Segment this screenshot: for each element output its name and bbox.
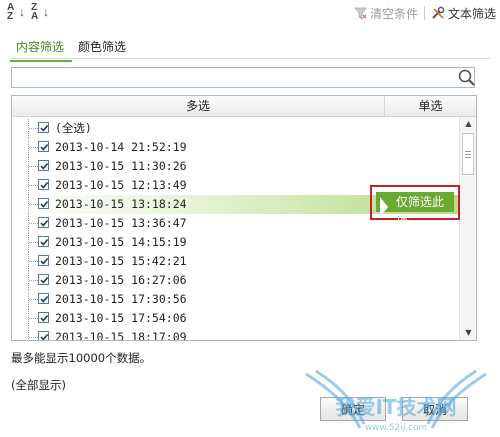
checkmark-icon bbox=[40, 295, 49, 303]
list-item-label: 2013-10-15 13:36:47 bbox=[55, 216, 187, 230]
list-item[interactable]: 2013-10-15 15:42:21 bbox=[12, 252, 459, 271]
list-item-label: 2013-10-15 11:30:26 bbox=[55, 159, 187, 173]
list-item[interactable]: (全选) bbox=[12, 119, 459, 138]
tree-line bbox=[28, 328, 29, 340]
list-item-label: 2013-10-15 12:13:49 bbox=[55, 178, 187, 192]
arrow-right-icon bbox=[380, 197, 388, 217]
checkmark-icon bbox=[40, 219, 49, 227]
column-header-single[interactable]: 单选 bbox=[385, 96, 476, 116]
checkmark-icon bbox=[40, 314, 49, 322]
checkmark-icon bbox=[40, 143, 49, 151]
max-display-info: 最多能显示10000个数据。 bbox=[11, 351, 152, 365]
tree-line bbox=[29, 166, 38, 167]
scrollbar-thumb[interactable] bbox=[462, 133, 474, 175]
tree-line bbox=[29, 223, 38, 224]
list-item-label: 2013-10-15 16:27:06 bbox=[55, 273, 187, 287]
list-item-label: 2013-10-15 14:15:19 bbox=[55, 235, 187, 249]
ok-button[interactable]: 确定 bbox=[320, 397, 386, 421]
item-checkbox[interactable] bbox=[38, 141, 49, 152]
item-checkbox[interactable] bbox=[38, 331, 49, 340]
list-item-label: 2013-10-15 18:17:09 bbox=[55, 330, 187, 341]
checkmark-icon bbox=[40, 162, 49, 170]
list-item-label: 2013-10-15 17:30:56 bbox=[55, 292, 187, 306]
text-filter-button[interactable]: 文本筛选 bbox=[431, 5, 496, 22]
item-checkbox[interactable] bbox=[38, 255, 49, 266]
search-icon[interactable] bbox=[457, 68, 477, 88]
tools-icon bbox=[432, 6, 445, 19]
tree-line bbox=[29, 299, 38, 300]
checkmark-icon bbox=[40, 333, 49, 340]
tree-line bbox=[29, 185, 38, 186]
list-item[interactable]: 2013-10-15 17:54:06 bbox=[12, 309, 459, 328]
item-checkbox[interactable] bbox=[38, 179, 49, 190]
tree-line bbox=[29, 204, 38, 205]
value-list: (全选) 2013-10-14 21:52:19 2013-10-15 11:30:… bbox=[12, 117, 459, 341]
toolbar-divider bbox=[423, 6, 425, 20]
tree-line bbox=[29, 147, 38, 148]
item-checkbox[interactable] bbox=[38, 122, 49, 133]
item-checkbox[interactable] bbox=[38, 217, 49, 228]
column-header-multi[interactable]: 多选 bbox=[12, 96, 385, 116]
tree-line bbox=[29, 318, 38, 319]
only-filter-this-button[interactable]: 仅筛选此项 bbox=[376, 192, 454, 229]
checkmark-icon bbox=[40, 257, 49, 265]
list-item-label: 2013-10-15 17:54:06 bbox=[55, 311, 187, 325]
item-checkbox[interactable] bbox=[38, 160, 49, 171]
tab-divider bbox=[10, 58, 490, 59]
tree-line bbox=[29, 261, 38, 262]
list-item-label: 2013-10-15 13:18:24 bbox=[55, 197, 187, 211]
list-item[interactable]: 2013-10-14 21:52:19 bbox=[12, 138, 459, 157]
item-checkbox[interactable] bbox=[38, 274, 49, 285]
list-item-label: 2013-10-14 21:52:19 bbox=[55, 140, 187, 154]
list-item[interactable]: 2013-10-15 17:30:56 bbox=[12, 290, 459, 309]
tree-line bbox=[29, 337, 38, 338]
scroll-up-icon[interactable]: ▲ bbox=[460, 117, 476, 131]
checkmark-icon bbox=[40, 124, 49, 132]
scroll-down-icon[interactable]: ▼ bbox=[460, 326, 476, 340]
only-filter-this-callout: 仅筛选此项 bbox=[370, 185, 460, 229]
list-item-label: (全选) bbox=[55, 121, 92, 135]
item-checkbox[interactable] bbox=[38, 236, 49, 247]
svg-text:www.52ij.com: www.52ij.com bbox=[365, 423, 428, 433]
clear-conditions-button[interactable]: 清空条件 bbox=[354, 5, 418, 22]
vertical-scrollbar[interactable]: ▲ ▼ bbox=[459, 117, 476, 340]
list-item[interactable]: 2013-10-15 11:30:26 bbox=[12, 157, 459, 176]
sort-ascending-button[interactable]: AZ ↓ bbox=[7, 3, 25, 22]
list-item[interactable]: 2013-10-15 14:15:19 bbox=[12, 233, 459, 252]
list-item[interactable]: 2013-10-15 16:27:06 bbox=[12, 271, 459, 290]
list-item[interactable]: 2013-10-15 18:17:09 bbox=[12, 328, 459, 341]
tree-line bbox=[29, 128, 38, 129]
item-checkbox[interactable] bbox=[38, 312, 49, 323]
checkmark-icon bbox=[40, 200, 49, 208]
item-checkbox[interactable] bbox=[38, 198, 49, 209]
item-checkbox[interactable] bbox=[38, 293, 49, 304]
checkmark-icon bbox=[40, 181, 49, 189]
search-input[interactable] bbox=[11, 67, 475, 88]
clear-filter-icon bbox=[354, 7, 367, 20]
list-header: 多选 单选 bbox=[12, 96, 476, 117]
show-all-link[interactable]: (全部显示) bbox=[11, 377, 66, 393]
checkmark-icon bbox=[40, 238, 49, 246]
text-filter-label: 文本筛选 bbox=[447, 6, 496, 21]
checkmark-icon bbox=[40, 276, 49, 284]
tree-line bbox=[29, 242, 38, 243]
tree-line bbox=[29, 280, 38, 281]
cancel-button[interactable]: 取消 bbox=[402, 397, 468, 421]
list-item-label: 2013-10-15 15:42:21 bbox=[55, 254, 187, 268]
clear-conditions-label: 清空条件 bbox=[369, 6, 418, 21]
sort-descending-button[interactable]: ZA ↓ bbox=[31, 3, 49, 22]
